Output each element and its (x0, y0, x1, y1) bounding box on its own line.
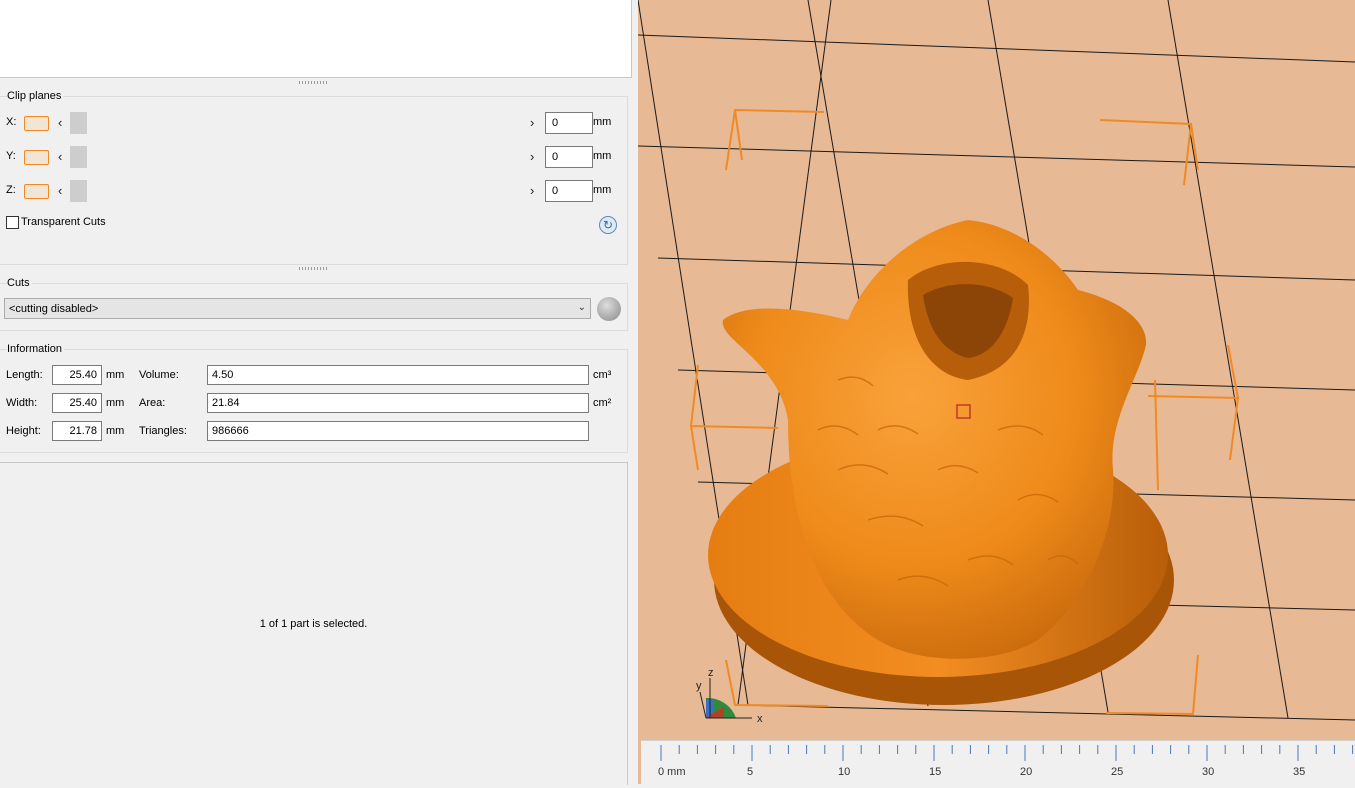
length-unit: mm (106, 369, 125, 381)
width-label: Width: (6, 397, 38, 409)
unit-label: mm (593, 116, 612, 128)
axis-label: Y: (6, 150, 16, 162)
chevron-left-icon[interactable]: ‹ (58, 183, 62, 198)
cuts-selected-value: <cutting disabled> (9, 303, 99, 315)
chevron-down-icon: ⌄ (577, 302, 586, 313)
object-list-panel[interactable] (0, 0, 632, 78)
clip-z-input[interactable]: 0 (545, 180, 593, 202)
clip-plane-z-row: Z: ‹ › 0 mm (0, 180, 627, 202)
clip-slider-y[interactable] (69, 146, 539, 168)
splitter-grip[interactable] (299, 267, 327, 270)
volume-label: Volume: (139, 369, 179, 381)
chevron-left-icon[interactable]: ‹ (58, 115, 62, 130)
ruler-label: 10 (838, 766, 850, 778)
ruler-label: 20 (1020, 766, 1032, 778)
height-unit: mm (106, 425, 125, 437)
length-field: 25.40 (52, 365, 102, 385)
chevron-right-icon[interactable]: › (530, 183, 534, 198)
axis-label: Z: (6, 184, 16, 196)
clip-x-input[interactable]: 0 (545, 112, 593, 134)
clip-y-input[interactable]: 0 (545, 146, 593, 168)
reset-icon[interactable]: ↻ (599, 216, 617, 234)
ruler-label: 25 (1111, 766, 1123, 778)
ruler-label: 5 (747, 766, 753, 778)
height-field: 21.78 (52, 421, 102, 441)
axis-y-label: y (696, 680, 702, 692)
splitter-grip[interactable] (299, 81, 327, 84)
chevron-right-icon[interactable]: › (530, 149, 534, 164)
information-title: Information (7, 343, 65, 355)
ruler-label: 30 (1202, 766, 1214, 778)
axis-x-label: x (757, 713, 763, 725)
viewport-canvas: x y z (638, 0, 1355, 725)
triangles-label: Triangles: (139, 425, 187, 437)
3d-viewport[interactable]: x y z (638, 0, 1355, 784)
clip-plane-y-row: Y: ‹ › 0 mm (0, 146, 627, 168)
cuts-title: Cuts (7, 277, 32, 289)
height-label: Height: (6, 425, 41, 437)
chevron-right-icon[interactable]: › (530, 115, 534, 130)
color-swatch-button[interactable] (24, 150, 49, 165)
clip-slider-z[interactable] (69, 180, 539, 202)
clip-planes-title: Clip planes (7, 90, 64, 102)
clip-slider-x[interactable] (69, 112, 539, 134)
triangles-field: 986666 (207, 421, 589, 441)
left-panel: Clip planes X: ‹ › 0 mm Y: ‹ › 0 mm Z: ‹… (0, 0, 637, 785)
slider-thumb[interactable] (70, 146, 87, 168)
ruler-label: 15 (929, 766, 941, 778)
cuts-dropdown[interactable]: <cutting disabled> ⌄ (4, 298, 591, 319)
area-field: 21.84 (207, 393, 589, 413)
ruler-canvas: 0 mm 5 10 15 20 25 30 35 (658, 745, 1354, 778)
ruler-label: 35 (1293, 766, 1305, 778)
volume-field: 4.50 (207, 365, 589, 385)
unit-label: mm (593, 150, 612, 162)
ruler-label: 0 mm (658, 766, 686, 778)
slider-thumb[interactable] (70, 180, 87, 202)
area-label: Area: (139, 397, 166, 409)
axis-label: X: (6, 116, 17, 128)
bottom-ruler: 0 mm 5 10 15 20 25 30 35 (641, 740, 1355, 785)
unit-label: mm (593, 184, 612, 196)
width-field: 25.40 (52, 393, 102, 413)
area-unit: cm² (593, 397, 612, 409)
volume-unit: cm³ (593, 369, 612, 381)
transparent-cuts-label: Transparent Cuts (21, 216, 106, 228)
cut-tool-icon[interactable] (597, 297, 621, 321)
selection-status: 1 of 1 part is selected. (259, 618, 368, 630)
clip-plane-x-row: X: ‹ › 0 mm (0, 112, 627, 134)
slider-thumb[interactable] (70, 112, 87, 134)
transparent-cuts-checkbox[interactable] (6, 216, 19, 229)
axis-z-label: z (708, 667, 714, 679)
color-swatch-button[interactable] (24, 184, 49, 199)
chevron-left-icon[interactable]: ‹ (58, 149, 62, 164)
length-label: Length: (6, 369, 43, 381)
width-unit: mm (106, 397, 125, 409)
color-swatch-button[interactable] (24, 116, 49, 131)
